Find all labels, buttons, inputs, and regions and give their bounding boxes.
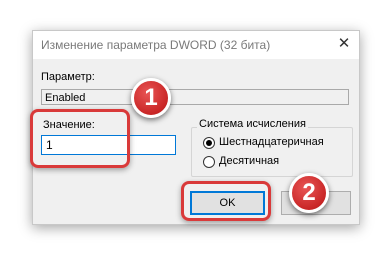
value-name-field: Enabled (41, 89, 349, 105)
step-marker-1: 1 (131, 78, 171, 118)
highlight-value-field (30, 109, 130, 168)
step-marker-2: 2 (289, 173, 329, 213)
radio-decimal-label[interactable]: Десятичная (219, 155, 279, 167)
radio-hexadecimal-circle[interactable] (203, 137, 215, 149)
dialog-title: Изменение параметра DWORD (32 бита) (41, 38, 271, 52)
radio-selected-dot (206, 140, 212, 146)
radio-hexadecimal-label[interactable]: Шестнадцатеричная (219, 136, 324, 148)
close-icon[interactable]: ✕ (335, 35, 353, 53)
base-group-title: Система исчисления (197, 118, 308, 130)
value-name-label: Параметр: (41, 71, 95, 83)
radio-decimal-circle[interactable] (203, 156, 215, 168)
dialog-titlebar: Изменение параметра DWORD (32 бита) ✕ (33, 31, 359, 59)
highlight-ok-button (181, 181, 271, 221)
base-groupbox (191, 127, 353, 177)
